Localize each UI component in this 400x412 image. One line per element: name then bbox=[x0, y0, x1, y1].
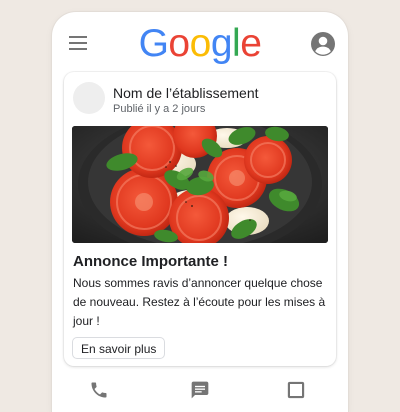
message-icon[interactable] bbox=[190, 380, 210, 400]
bottom-nav bbox=[52, 366, 348, 412]
post-body: Nous sommes ravis d’annoncer quelque cho… bbox=[73, 276, 326, 328]
logo-letter: g bbox=[210, 22, 233, 65]
post-image[interactable] bbox=[72, 126, 328, 243]
logo-letter: l bbox=[232, 22, 241, 65]
top-bar: Google bbox=[52, 12, 348, 72]
logo-letter: e bbox=[240, 22, 262, 65]
post-timestamp: Publié il y a 2 jours bbox=[113, 103, 206, 115]
business-name[interactable]: Nom de l’établissement bbox=[113, 85, 259, 101]
google-logo: Google bbox=[52, 20, 348, 68]
post-title: Annonce Importante ! bbox=[73, 253, 229, 270]
logo-letter: G bbox=[138, 22, 169, 65]
business-post-card: Nom de l’établissement Publié il y a 2 j… bbox=[64, 72, 336, 366]
account-circle-icon[interactable] bbox=[310, 31, 336, 57]
phone-icon[interactable] bbox=[89, 380, 109, 400]
phone-frame: Google Nom de l’établissement Publié il … bbox=[52, 12, 348, 412]
logo-letter: o bbox=[189, 22, 212, 65]
business-avatar bbox=[73, 82, 105, 114]
logo-letter: o bbox=[168, 22, 190, 65]
square-icon[interactable] bbox=[286, 380, 306, 400]
tomato-salad-photo bbox=[72, 126, 328, 243]
learn-more-button[interactable]: En savoir plus bbox=[72, 337, 166, 359]
